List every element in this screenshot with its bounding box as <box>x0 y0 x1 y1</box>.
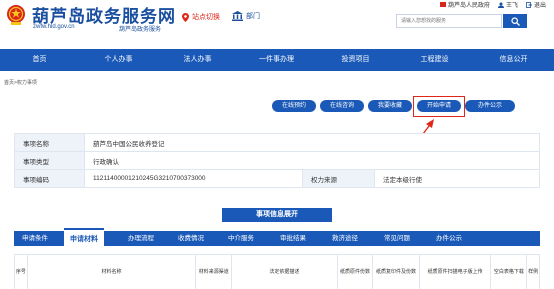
online-consult-button[interactable]: 在线咨询 <box>320 100 364 112</box>
nav-item-construction[interactable]: 工程建设 <box>395 49 474 71</box>
expand-info-button[interactable]: 事项信息展开 <box>222 208 332 222</box>
info-value: 行政确认 <box>84 151 540 170</box>
user-name: 王飞 <box>505 3 518 9</box>
column-header: 材料名称 <box>26 254 197 289</box>
column-header: 纸质复印件及份数 <box>372 254 420 289</box>
nav-item-investment[interactable]: 投资项目 <box>316 49 395 71</box>
site-subtitle: 葫芦岛政务服务 <box>119 27 162 33</box>
tab-remedy[interactable]: 救济途径 <box>332 231 358 246</box>
info-value: 葫芦岛中国公民收养登记 <box>84 133 540 152</box>
logout-icon <box>526 1 532 8</box>
info-label: 事项名称 <box>14 133 85 152</box>
table-row: 事项类型 行政确认 <box>14 151 540 170</box>
nav-item-corporate[interactable]: 法人办事 <box>158 49 237 71</box>
site-header: 葫芦岛政务服务网 zwfw.hld.gov.cn 葫芦岛政务服务 站点切换 部门… <box>0 0 554 42</box>
column-header: 序号 <box>14 254 28 289</box>
public-notice-button[interactable]: 办件公示 <box>465 100 515 112</box>
gov-link-label: 葫芦岛人民政府 <box>447 3 490 9</box>
breadcrumb[interactable]: 首页>权力事项 <box>4 79 37 86</box>
location-pin-icon <box>182 12 189 22</box>
info-value: 11211400001210245G3210700373000 <box>84 169 303 188</box>
column-header: 空白表格下载 <box>490 254 528 289</box>
building-icon <box>232 11 243 21</box>
info-label: 权力来源 <box>302 169 375 188</box>
tab-conditions[interactable]: 申请条件 <box>22 231 48 246</box>
table-header-row: 序号 材料名称 材料来源渠道 法定依据描述 纸质原件份数 纸质复印件及份数 纸质… <box>14 254 540 289</box>
column-header: 样例 <box>526 254 540 289</box>
nav-item-one-thing[interactable]: 一件事办理 <box>237 49 316 71</box>
search-button[interactable] <box>503 14 527 28</box>
tab-process[interactable]: 办理流程 <box>128 231 154 246</box>
favorite-button[interactable]: 我要收藏 <box>368 100 412 112</box>
top-links: 葫芦岛人民政府 王飞 退出 <box>439 0 546 9</box>
highlight-box <box>413 96 465 117</box>
info-label: 事项编码 <box>14 169 85 188</box>
column-header: 纸质原件扫描电子版上传 <box>418 254 492 289</box>
info-label: 事项类型 <box>14 151 85 170</box>
tab-public-notice[interactable]: 办件公示 <box>436 231 462 246</box>
user-menu[interactable]: 王飞 <box>497 0 518 9</box>
tab-faq[interactable]: 常见问题 <box>384 231 410 246</box>
logout-link[interactable]: 退出 <box>526 0 546 9</box>
tab-fees[interactable]: 收费情况 <box>178 231 204 246</box>
nav-item-home[interactable]: 首页 <box>0 49 79 71</box>
search-input[interactable] <box>396 14 502 28</box>
nav-item-personal[interactable]: 个人办事 <box>79 49 158 71</box>
tab-agency[interactable]: 中介服务 <box>228 231 254 246</box>
column-header: 材料来源渠道 <box>195 254 233 289</box>
column-header: 法定依据描述 <box>231 254 338 289</box>
department-link[interactable]: 部门 <box>232 11 260 21</box>
info-value: 法定本级行使 <box>374 169 540 188</box>
detail-tabs: 申请条件 申请材料 办理流程 收费情况 中介服务 审批结果 救济途径 常见问题 … <box>14 228 540 246</box>
location-switch[interactable]: 站点切换 <box>182 12 220 22</box>
table-row: 事项编码 11211400001210245G3210700373000 权力来… <box>14 169 540 188</box>
gov-flag-icon <box>439 2 446 7</box>
item-info-table: 事项名称 葫芦岛中国公民收养登记 事项类型 行政确认 事项编码 11211400… <box>14 133 540 188</box>
nav-item-disclosure[interactable]: 信息公开 <box>474 49 553 71</box>
department-label: 部门 <box>246 13 260 20</box>
user-icon <box>497 2 504 8</box>
site-url: zwfw.hld.gov.cn <box>33 24 75 30</box>
national-emblem-icon <box>7 5 25 25</box>
table-row: 事项名称 葫芦岛中国公民收养登记 <box>14 133 540 152</box>
gov-link[interactable]: 葫芦岛人民政府 <box>439 0 490 9</box>
column-header: 纸质原件份数 <box>336 254 374 289</box>
logout-label: 退出 <box>533 3 546 9</box>
materials-table: 序号 材料名称 材料来源渠道 法定依据描述 纸质原件份数 纸质复印件及份数 纸质… <box>14 254 540 289</box>
search-icon <box>510 16 520 26</box>
main-nav: 首页 个人办事 法人办事 一件事办理 投资项目 工程建设 信息公开 <box>0 49 554 71</box>
tab-results[interactable]: 审批结果 <box>280 231 306 246</box>
online-appointment-button[interactable]: 在线预约 <box>272 100 316 112</box>
tab-materials[interactable]: 申请材料 <box>64 228 104 246</box>
location-switch-label: 站点切换 <box>192 14 220 21</box>
